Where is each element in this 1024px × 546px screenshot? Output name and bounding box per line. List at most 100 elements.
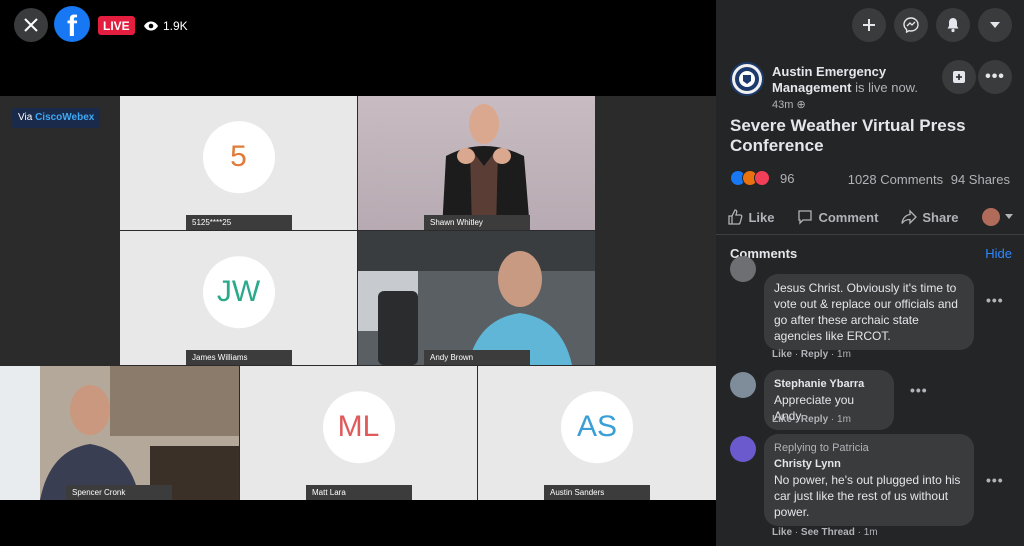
comment-item: Replying to Patricia Christy Lynn No pow… <box>730 434 1020 544</box>
comment-text: No power, he's out plugged into his car … <box>774 473 961 519</box>
participant-tile: 5 5125****25 <box>120 96 357 230</box>
comment-time[interactable]: 1m <box>837 414 851 425</box>
messenger-icon <box>903 17 919 33</box>
engagement-counts: 1028 Comments 94 Shares <box>848 172 1010 187</box>
post-title: Severe Weather Virtual Press Conference <box>730 116 966 155</box>
participant-video <box>0 366 239 500</box>
post-actions: Like Comment Share <box>716 202 1024 232</box>
bookmark-plus-icon <box>953 71 965 83</box>
caret-down-icon <box>1004 214 1013 219</box>
post-sidebar: Austin Emergency Management is live now.… <box>716 0 1024 546</box>
viewer-count-value: 1.9K <box>163 18 188 33</box>
plus-icon <box>863 19 875 31</box>
participant-video <box>358 231 595 365</box>
close-button[interactable] <box>14 8 48 42</box>
user-avatar <box>981 208 1000 226</box>
comment-footer: Like · Reply · 1m <box>772 349 851 360</box>
post-meta: 43m ⊕ <box>772 98 806 111</box>
post-time[interactable]: 43m <box>772 99 793 111</box>
page-avatar[interactable] <box>730 62 764 96</box>
create-button[interactable] <box>852 8 886 42</box>
participant-video <box>442 104 530 230</box>
webex-badge: Via CiscoWebex <box>12 108 101 128</box>
react-as-selector[interactable] <box>981 208 1013 226</box>
comment-footer: Like · See Thread · 1m <box>772 527 878 538</box>
participant-tile: AS Austin Sanders <box>478 366 716 500</box>
account-menu-button[interactable] <box>978 8 1012 42</box>
hide-comments-link[interactable]: Hide <box>985 246 1012 261</box>
comments-count[interactable]: 1028 Comments <box>848 172 943 187</box>
shares-count[interactable]: 94 Shares <box>951 172 1010 187</box>
comment-like-link[interactable]: Like <box>772 349 792 360</box>
love-reaction-icon <box>754 170 770 186</box>
comment-bubble: Replying to Patricia Christy Lynn No pow… <box>764 434 974 526</box>
video-player[interactable]: f LIVE 1.9K Via CiscoWebex 5 5125****25 <box>0 0 716 546</box>
reactions-summary[interactable]: 96 <box>730 170 794 186</box>
participant-name: Spencer Cronk <box>66 485 172 500</box>
comment-item: Stephanie Ybarra Appreciate you Andy •••… <box>730 370 1020 430</box>
participant-name: James Williams <box>186 350 292 365</box>
comment-options-icon[interactable]: ••• <box>910 382 928 398</box>
comment-icon <box>798 210 813 225</box>
like-button[interactable]: Like <box>727 209 775 225</box>
participant-tile: Spencer Cronk <box>0 366 239 500</box>
more-dots-icon: ••• <box>985 68 1005 85</box>
participant-tile: Andy Brown <box>358 231 595 365</box>
participant-initials: ML <box>322 391 395 464</box>
live-badge: LIVE <box>98 16 135 35</box>
close-icon <box>24 18 38 32</box>
comment-time[interactable]: 1m <box>837 349 851 360</box>
post-author: Austin Emergency Management is live now. <box>772 64 942 96</box>
comment-text: Jesus Christ. Obviously it's time to vot… <box>774 281 958 343</box>
viewer-count: 1.9K <box>143 16 188 35</box>
comment-footer: Like · Reply · 1m <box>772 414 851 425</box>
share-icon <box>901 209 918 225</box>
comment-options-icon[interactable]: ••• <box>986 472 1004 488</box>
participant-name: Shawn Whitley <box>424 215 530 230</box>
globe-icon: ⊕ <box>796 99 806 111</box>
comment-like-link[interactable]: Like <box>772 527 792 538</box>
author-status: is live now. <box>855 80 918 95</box>
caret-down-icon <box>990 22 1000 28</box>
reaction-count: 96 <box>780 170 795 186</box>
comment-bubble: Jesus Christ. Obviously it's time to vot… <box>764 274 974 350</box>
participant-tile: Shawn Whitley <box>358 96 595 230</box>
commenter-name[interactable]: Christy Lynn <box>774 456 964 472</box>
comment-item: Jesus Christ. Obviously it's time to vot… <box>730 256 1020 364</box>
comment-options-icon[interactable]: ••• <box>986 292 1004 308</box>
participant-initials: 5 <box>202 121 275 194</box>
participant-tile: ML Matt Lara <box>240 366 477 500</box>
participant-name: 5125****25 <box>186 215 292 230</box>
comment-thread-link[interactable]: See Thread <box>801 527 855 538</box>
facebook-logo-icon[interactable]: f <box>54 6 90 43</box>
bell-icon <box>947 18 959 33</box>
participant-initials: JW <box>202 256 275 329</box>
comment-reply-link[interactable]: Reply <box>801 414 828 425</box>
comment-button[interactable]: Comment <box>797 209 878 225</box>
commenter-avatar[interactable] <box>730 372 756 398</box>
thumbs-up-icon <box>728 209 743 225</box>
comment-time[interactable]: 1m <box>864 527 878 538</box>
commenter-avatar[interactable] <box>730 256 756 282</box>
commenter-avatar[interactable] <box>730 436 756 462</box>
commenter-name[interactable]: Stephanie Ybarra <box>774 376 884 392</box>
participant-tile: JW James Williams <box>120 231 357 365</box>
post-header: Austin Emergency Management is live now.… <box>716 50 1024 235</box>
participant-name: Matt Lara <box>306 485 412 500</box>
post-options-button[interactable]: ••• <box>978 60 1012 94</box>
share-button[interactable]: Share <box>901 209 959 225</box>
save-post-button[interactable] <box>942 60 976 94</box>
video-grid: Via CiscoWebex 5 5125****25 Shawn Whitle… <box>0 96 716 500</box>
comment-reply-link[interactable]: Reply <box>801 349 828 360</box>
eye-icon <box>144 21 158 30</box>
comments-header: Comments Hide <box>730 246 1012 261</box>
reply-context[interactable]: Replying to Patricia <box>774 440 964 456</box>
participant-name: Andy Brown <box>424 350 530 365</box>
seal-icon <box>735 67 759 91</box>
messenger-button[interactable] <box>894 8 928 42</box>
participant-name: Austin Sanders <box>544 485 650 500</box>
participant-initials: AS <box>561 391 633 464</box>
notifications-button[interactable] <box>936 8 970 42</box>
app-root: f LIVE 1.9K Via CiscoWebex 5 5125****25 <box>0 0 1024 546</box>
comment-like-link[interactable]: Like <box>772 414 792 425</box>
